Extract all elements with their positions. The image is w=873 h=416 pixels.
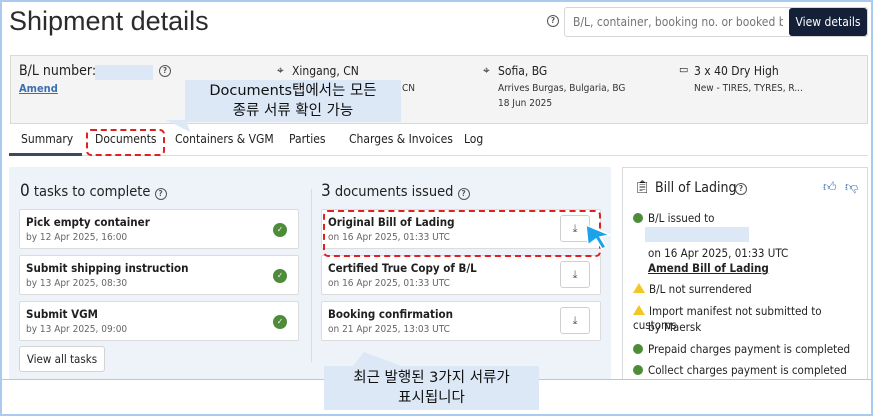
task-title: Submit shipping instruction [26, 261, 189, 275]
callout-text: 최근 발행된 3가지 서류가 [353, 370, 510, 386]
commodity: New - TIRES, TYRES, R... [694, 83, 803, 94]
bl-issued-date: on 16 Apr 2025, 01:33 UTC [648, 246, 789, 260]
document-title: Certified True Copy of B/L [328, 261, 477, 275]
origin-sub: CN [402, 83, 416, 94]
document-title: Booking confirmation [328, 307, 454, 321]
clipboard-icon: 📋︎ [634, 180, 651, 195]
status-text: Prepaid charges payment is completed [648, 342, 851, 356]
view-all-tasks-button[interactable]: View all tasks [19, 346, 105, 372]
arrival-date: 18 Jun 2025 [498, 98, 553, 109]
search-box: View details [564, 7, 868, 37]
document-date: on 16 Apr 2025, 01:33 UTC [328, 278, 450, 289]
bl-number-value [95, 65, 153, 80]
task-card[interactable]: Submit shipping instruction by 13 Apr 202… [19, 255, 299, 295]
success-icon [633, 213, 643, 223]
help-icon[interactable]: ? [735, 183, 747, 195]
help-icon[interactable]: ? [154, 188, 167, 200]
view-details-button[interactable]: View details [789, 8, 867, 36]
container-icon: ▭ [679, 63, 689, 76]
tab-containers-vgm[interactable]: Containers & VGM [175, 132, 274, 146]
annotation-callout-bottom: 최근 발행된 3가지 서류가 표시됩니다 [324, 366, 539, 410]
task-date: by 13 Apr 2025, 08:30 [26, 278, 128, 289]
document-card[interactable]: Booking confirmation on 21 Apr 2025, 13:0… [321, 301, 601, 341]
location-pin-icon: ⌖ [483, 63, 490, 77]
divider [311, 189, 312, 362]
help-icon[interactable]: ? [457, 188, 470, 200]
highlight-original-bl [323, 210, 601, 257]
documents-heading: 3 documents issued ? [321, 181, 470, 201]
task-date: by 13 Apr 2025, 09:00 [26, 324, 128, 335]
shipment-summary: B/L number: ? Amend ⌖ Xingang, CN CN ⌖ S… [10, 55, 868, 124]
check-icon: ✓ [273, 223, 287, 237]
callout-text: 종류 서류 확인 가능 [232, 103, 354, 119]
check-icon: ✓ [273, 269, 287, 283]
tasks-heading: 0 tasks to complete ? [20, 181, 167, 201]
bl-number-label: B/L number: [19, 63, 97, 79]
callout-text: 표시됩니다 [398, 390, 465, 406]
help-icon[interactable]: ? [159, 65, 171, 77]
bol-title: Bill of Lading [655, 180, 737, 196]
highlight-documents-tab [86, 129, 165, 156]
task-title: Pick empty container [26, 215, 150, 229]
overview-panel: 0 tasks to complete ? Pick empty contain… [9, 167, 612, 380]
warning-icon [633, 305, 645, 315]
task-date: by 12 Apr 2025, 16:00 [26, 232, 128, 243]
bl-issued-label: B/L issued to [648, 211, 715, 225]
arrives: Arrives Burgas, Bulgaria, BG [498, 83, 626, 94]
task-title: Submit VGM [26, 307, 98, 321]
containers: 3 x 40 Dry High [694, 64, 779, 78]
callout-pointer [165, 120, 191, 132]
status-text: by Maersk [648, 320, 702, 334]
active-tab-indicator [9, 153, 82, 156]
download-button[interactable]: ⤓ [560, 307, 590, 334]
tab-parties[interactable]: Parties [289, 132, 326, 146]
cursor-arrow-icon [585, 223, 612, 250]
issued-to-value [645, 227, 749, 242]
bill-of-lading-panel: 📋︎ Bill of Lading ? 👍︎ 👎︎ B/L issued to … [622, 167, 868, 380]
success-icon [633, 365, 643, 375]
help-icon[interactable]: ? [547, 15, 559, 27]
task-card[interactable]: Submit VGM by 13 Apr 2025, 09:00 ✓ [19, 301, 299, 341]
origin: Xingang, CN [292, 64, 359, 78]
page-title: Shipment details [9, 6, 209, 36]
amend-bl-link[interactable]: Amend Bill of Lading [648, 261, 769, 275]
thumbs-up-icon[interactable]: 👍︎ [823, 180, 837, 195]
tab-summary[interactable]: Summary [21, 132, 73, 146]
warning-icon [633, 283, 645, 293]
success-icon [633, 344, 643, 354]
task-card[interactable]: Pick empty container by 12 Apr 2025, 16:0… [19, 209, 299, 249]
status-text: Collect charges payment is completed [648, 363, 847, 377]
callout-pointer [352, 352, 404, 367]
status-text: B/L not surrendered [649, 282, 752, 296]
search-input[interactable] [573, 15, 783, 29]
check-icon: ✓ [273, 315, 287, 329]
tab-charges-invoices[interactable]: Charges & Invoices [349, 132, 453, 146]
callout-text: Documents탭에서는 모든 [209, 83, 377, 99]
document-card[interactable]: Certified True Copy of B/L on 16 Apr 2025… [321, 255, 601, 295]
document-date: on 21 Apr 2025, 13:03 UTC [328, 324, 450, 335]
tab-log[interactable]: Log [464, 132, 483, 146]
location-pin-icon: ⌖ [277, 63, 284, 77]
thumbs-down-icon[interactable]: 👎︎ [845, 180, 858, 195]
amend-link[interactable]: Amend [19, 82, 58, 95]
destination: Sofia, BG [498, 64, 548, 78]
annotation-callout-top: Documents탭에서는 모든 종류 서류 확인 가능 [185, 80, 401, 122]
download-button[interactable]: ⤓ [560, 261, 590, 288]
